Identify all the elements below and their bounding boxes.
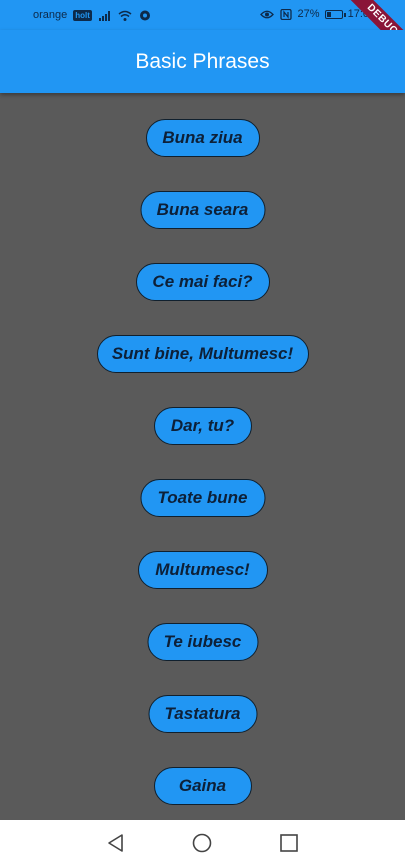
back-icon[interactable] (106, 833, 126, 853)
phrase-button-toate-bune[interactable]: Toate bune (140, 479, 265, 517)
navigation-bar (0, 820, 405, 867)
phrase-button-multumesc[interactable]: Multumesc! (137, 551, 268, 589)
phrase-button-buna-seara[interactable]: Buna seara (140, 191, 265, 229)
carrier-name: orange (33, 9, 68, 21)
page-title: Basic Phrases (135, 50, 270, 73)
phrase-button-tastatura[interactable]: Tastatura (148, 695, 257, 733)
status-right: 27% 17:0 (259, 8, 369, 20)
battery-percent: 27% (297, 8, 320, 20)
phrase-button-te-iubesc[interactable]: Te iubesc (147, 623, 258, 661)
recents-icon[interactable] (279, 833, 299, 853)
chrome-icon (139, 10, 150, 20)
battery-icon (324, 9, 346, 19)
home-icon[interactable] (192, 833, 212, 853)
wifi-icon (118, 10, 132, 21)
status-left: orange holt (33, 9, 152, 21)
status-bar: orange holt 27% 17:0 (0, 0, 405, 30)
app-bar: Basic Phrases (0, 30, 405, 93)
signal-icon (98, 10, 110, 21)
phrase-button-gaina[interactable]: Gaina (153, 767, 252, 805)
phrase-button-sunt-bine[interactable]: Sunt bine, Multumesc! (96, 335, 309, 373)
phrase-button-buna-ziua[interactable]: Buna ziua (145, 119, 260, 157)
phrase-button-ce-mai-faci[interactable]: Ce mai faci? (135, 263, 270, 301)
phrase-button-dar-tu[interactable]: Dar, tu? (153, 407, 252, 445)
nfc-icon (279, 8, 292, 20)
eye-icon (259, 10, 274, 18)
carrier-badge: holt (73, 9, 92, 21)
